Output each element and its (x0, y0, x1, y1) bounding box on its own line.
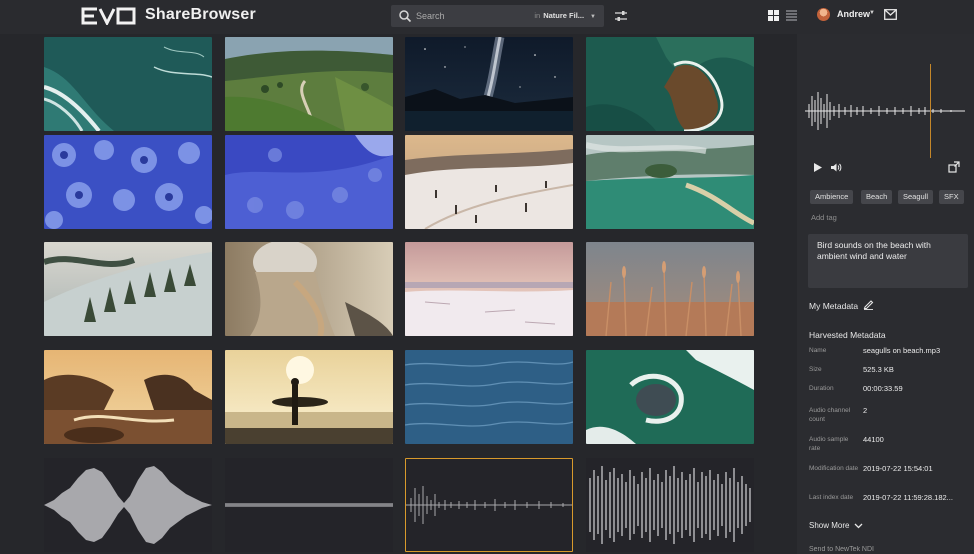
mail-icon[interactable] (884, 9, 897, 20)
user-name[interactable]: Andrew (837, 9, 870, 19)
play-icon[interactable] (813, 162, 823, 173)
thumbnail-surfer-silhouette[interactable] (225, 350, 393, 444)
avatar[interactable] (817, 8, 830, 21)
grid-view-icon[interactable] (768, 10, 779, 21)
add-tag-input[interactable]: Add tag (811, 213, 837, 222)
thumbnail-misty-green-coast[interactable] (586, 135, 754, 229)
thumbnail-aerial-ocean-waves[interactable] (44, 37, 212, 131)
search-scope-prefix: in (534, 11, 541, 20)
thumbnail-woman-in-beanie[interactable] (225, 242, 393, 336)
thumbnail-waves-on-rock-aerial[interactable] (586, 350, 754, 444)
metadata-key: Audio channel count (809, 407, 851, 423)
expand-icon[interactable] (948, 161, 960, 173)
metadata-key: Last index date (809, 494, 854, 501)
thumbnail-snowy-field-dusk[interactable] (405, 242, 573, 336)
thumbnail-audio-waveform-selected[interactable] (405, 458, 573, 552)
metadata-value: 2 (863, 406, 868, 415)
search-icon (399, 10, 412, 23)
media-grid (0, 34, 797, 554)
metadata-key: Modification date (809, 465, 859, 472)
volume-icon[interactable] (830, 162, 842, 173)
harvested-metadata-title: Harvested Metadata (809, 330, 886, 340)
thumbnail-foggy-hillside-trees[interactable] (44, 242, 212, 336)
detail-panel: Ambience Beach Seagull SFX Add tag Bird … (797, 34, 974, 554)
metadata-value: 44100 (863, 435, 884, 444)
thumbnail-blue-snowy-forest-aerial[interactable] (225, 135, 393, 229)
tag-chip[interactable]: Beach (861, 190, 893, 204)
my-metadata-label: My Metadata (809, 301, 859, 311)
search-input[interactable] (416, 8, 516, 24)
metadata-key: Audio sample rate (809, 436, 849, 452)
thumbnail-blue-snowy-forest[interactable] (44, 135, 212, 229)
search-bar[interactable]: inNature Fil... ▼ (391, 5, 604, 27)
top-bar: ShareBrowser inNature Fil...▼ Andre (0, 0, 974, 34)
tag-chip[interactable]: SFX (939, 190, 964, 204)
tag-chip[interactable]: Seagull (898, 190, 934, 204)
chevron-down-icon[interactable] (854, 521, 863, 530)
metadata-key: Size (809, 366, 822, 373)
audio-preview-waveform[interactable] (805, 64, 965, 159)
metadata-value: 2019-07-22 15:54:01 (863, 464, 933, 473)
tag-list: Ambience Beach Seagull SFX (810, 190, 970, 206)
thumbnail-audio-waveform[interactable] (225, 458, 393, 552)
thumbnail-rocky-coast-aerial[interactable] (586, 37, 754, 131)
thumbnail-wheat-grass-field[interactable] (586, 242, 754, 336)
thumbnail-audio-waveform[interactable] (586, 458, 754, 552)
pencil-icon[interactable] (863, 299, 874, 310)
tag-chip[interactable]: Ambience (810, 190, 854, 204)
thumbnail-green-valley-road[interactable] (225, 37, 393, 131)
metadata-value: 525.3 KB (863, 365, 894, 374)
thumbnail-milky-way-night-sky[interactable] (405, 37, 573, 131)
send-to-action[interactable]: Send to NewTek NDI (809, 546, 919, 554)
list-view-icon[interactable] (786, 10, 797, 21)
metadata-key: Duration (809, 385, 834, 392)
app-title: ShareBrowser (145, 6, 256, 23)
search-scope-value: Nature Fil... (543, 11, 585, 20)
playhead[interactable] (929, 64, 931, 158)
show-more-button[interactable]: Show More (809, 521, 849, 530)
chevron-down-icon[interactable]: ▼ (869, 10, 875, 16)
chevron-down-icon: ▼ (590, 14, 596, 20)
search-scope-dropdown[interactable]: in Nature Fil... ▼ (534, 11, 596, 20)
thumbnail-audio-waveform[interactable] (44, 458, 212, 552)
metadata-key: Name (809, 347, 827, 354)
evo-logo[interactable] (80, 7, 136, 25)
thumbnail-snowy-hills-sunset[interactable] (405, 135, 573, 229)
app-root: ShareBrowser inNature Fil...▼ Andre (0, 0, 974, 554)
filter-sliders-icon[interactable] (614, 9, 628, 23)
description-field[interactable]: Bird sounds on the beach with ambient wi… (808, 234, 968, 288)
metadata-value: 00:00:33.59 (863, 384, 903, 393)
metadata-value: seagulls on beach.mp3 (863, 346, 941, 355)
metadata-value: 2019-07-22 11:59:28.182... (863, 493, 953, 502)
thumbnail-rocky-shore-sunset[interactable] (44, 350, 212, 444)
thumbnail-calm-ocean-water[interactable] (405, 350, 573, 444)
